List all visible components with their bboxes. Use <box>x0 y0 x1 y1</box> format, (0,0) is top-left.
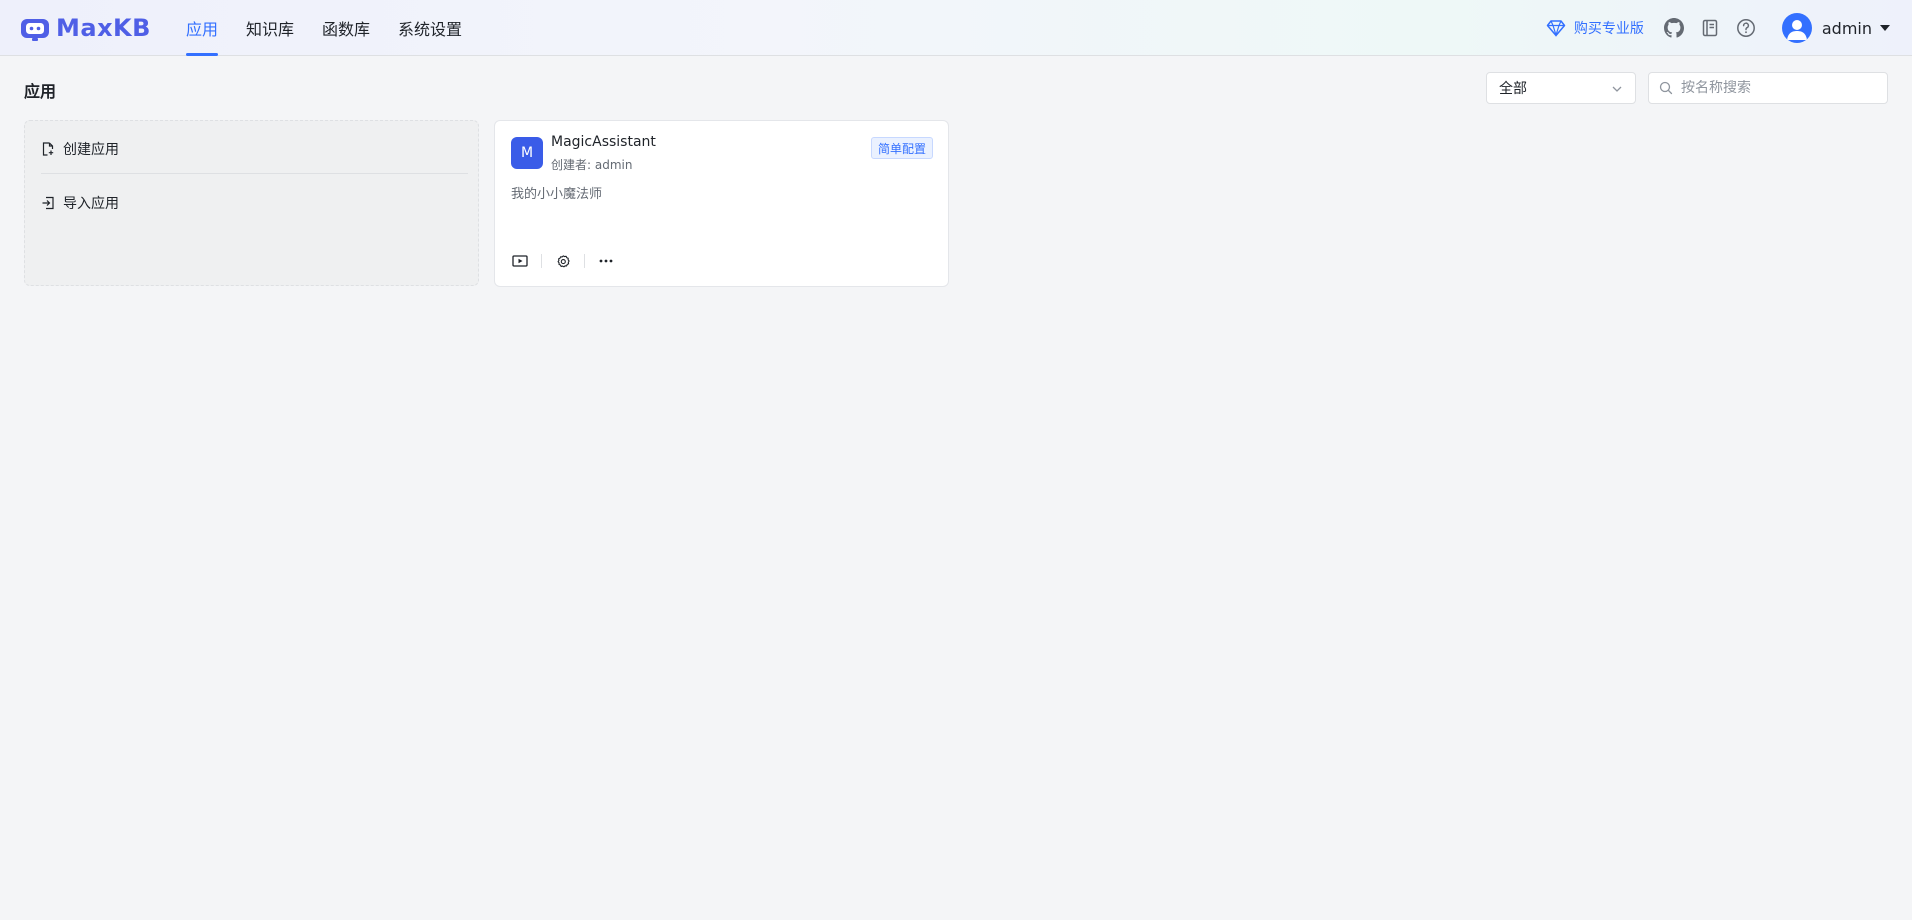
app-name: MagicAssistant <box>551 134 656 150</box>
main-nav: 应用 知识库 函数库 系统设置 <box>186 0 490 56</box>
app-card[interactable]: M MagicAssistant 创建者: admin 简单配置 我的小小魔法师 <box>494 120 949 287</box>
user-icon <box>1786 20 1807 40</box>
nav-item-settings[interactable]: 系统设置 <box>398 0 462 56</box>
gear-icon <box>557 255 570 268</box>
action-divider <box>584 254 585 268</box>
book-icon[interactable] <box>1700 18 1720 38</box>
more-button[interactable] <box>597 252 615 270</box>
logo[interactable]: MaxKB <box>20 13 151 43</box>
user-name: admin <box>1821 18 1872 38</box>
play-icon <box>512 255 528 267</box>
filter-select[interactable]: 全部 <box>1486 72 1636 104</box>
app-creator: 创建者: admin <box>551 158 633 172</box>
import-app-button[interactable]: 导入应用 <box>41 193 119 213</box>
import-icon <box>42 196 54 210</box>
create-app-button[interactable]: 创建应用 <box>41 139 119 159</box>
nav-item-functions[interactable]: 函数库 <box>322 0 370 56</box>
user-avatar <box>1781 13 1812 43</box>
new-document-icon <box>42 142 54 156</box>
app-type-tag: 简单配置 <box>870 137 933 159</box>
nav-item-apps[interactable]: 应用 <box>186 0 219 56</box>
search-box <box>1648 72 1888 104</box>
app-description: 我的小小魔法师 <box>511 187 603 202</box>
action-divider <box>541 254 542 268</box>
user-menu[interactable]: admin <box>1781 13 1890 43</box>
top-header: MaxKB 应用 知识库 函数库 系统设置 购买专业版 admin <box>0 0 1912 56</box>
nav-item-knowledge[interactable]: 知识库 <box>246 0 294 56</box>
create-app-card: 创建应用 导入应用 <box>24 120 479 286</box>
search-icon <box>1659 81 1673 95</box>
app-actions <box>511 252 615 270</box>
search-input[interactable] <box>1681 80 1877 96</box>
brand-name: MaxKB <box>56 14 151 42</box>
buy-pro-link[interactable]: 购买专业版 <box>1546 18 1644 38</box>
diamond-icon <box>1546 20 1566 37</box>
header-actions: 购买专业版 admin <box>1546 0 1890 56</box>
robot-logo-icon <box>21 19 49 41</box>
page-title: 应用 <box>24 82 57 101</box>
caret-down-icon <box>1880 25 1890 31</box>
demo-button[interactable] <box>511 252 529 270</box>
github-icon[interactable] <box>1663 18 1684 38</box>
buy-pro-label: 购买专业版 <box>1573 21 1644 37</box>
help-icon[interactable] <box>1736 18 1756 38</box>
app-avatar: M <box>511 137 543 169</box>
more-horizontal-icon <box>599 259 613 263</box>
filter-selected-value: 全部 <box>1499 81 1527 97</box>
import-app-label: 导入应用 <box>63 196 119 212</box>
chevron-down-icon <box>1612 86 1622 92</box>
settings-button[interactable] <box>554 252 572 270</box>
create-app-label: 创建应用 <box>63 142 119 158</box>
divider <box>41 173 468 174</box>
